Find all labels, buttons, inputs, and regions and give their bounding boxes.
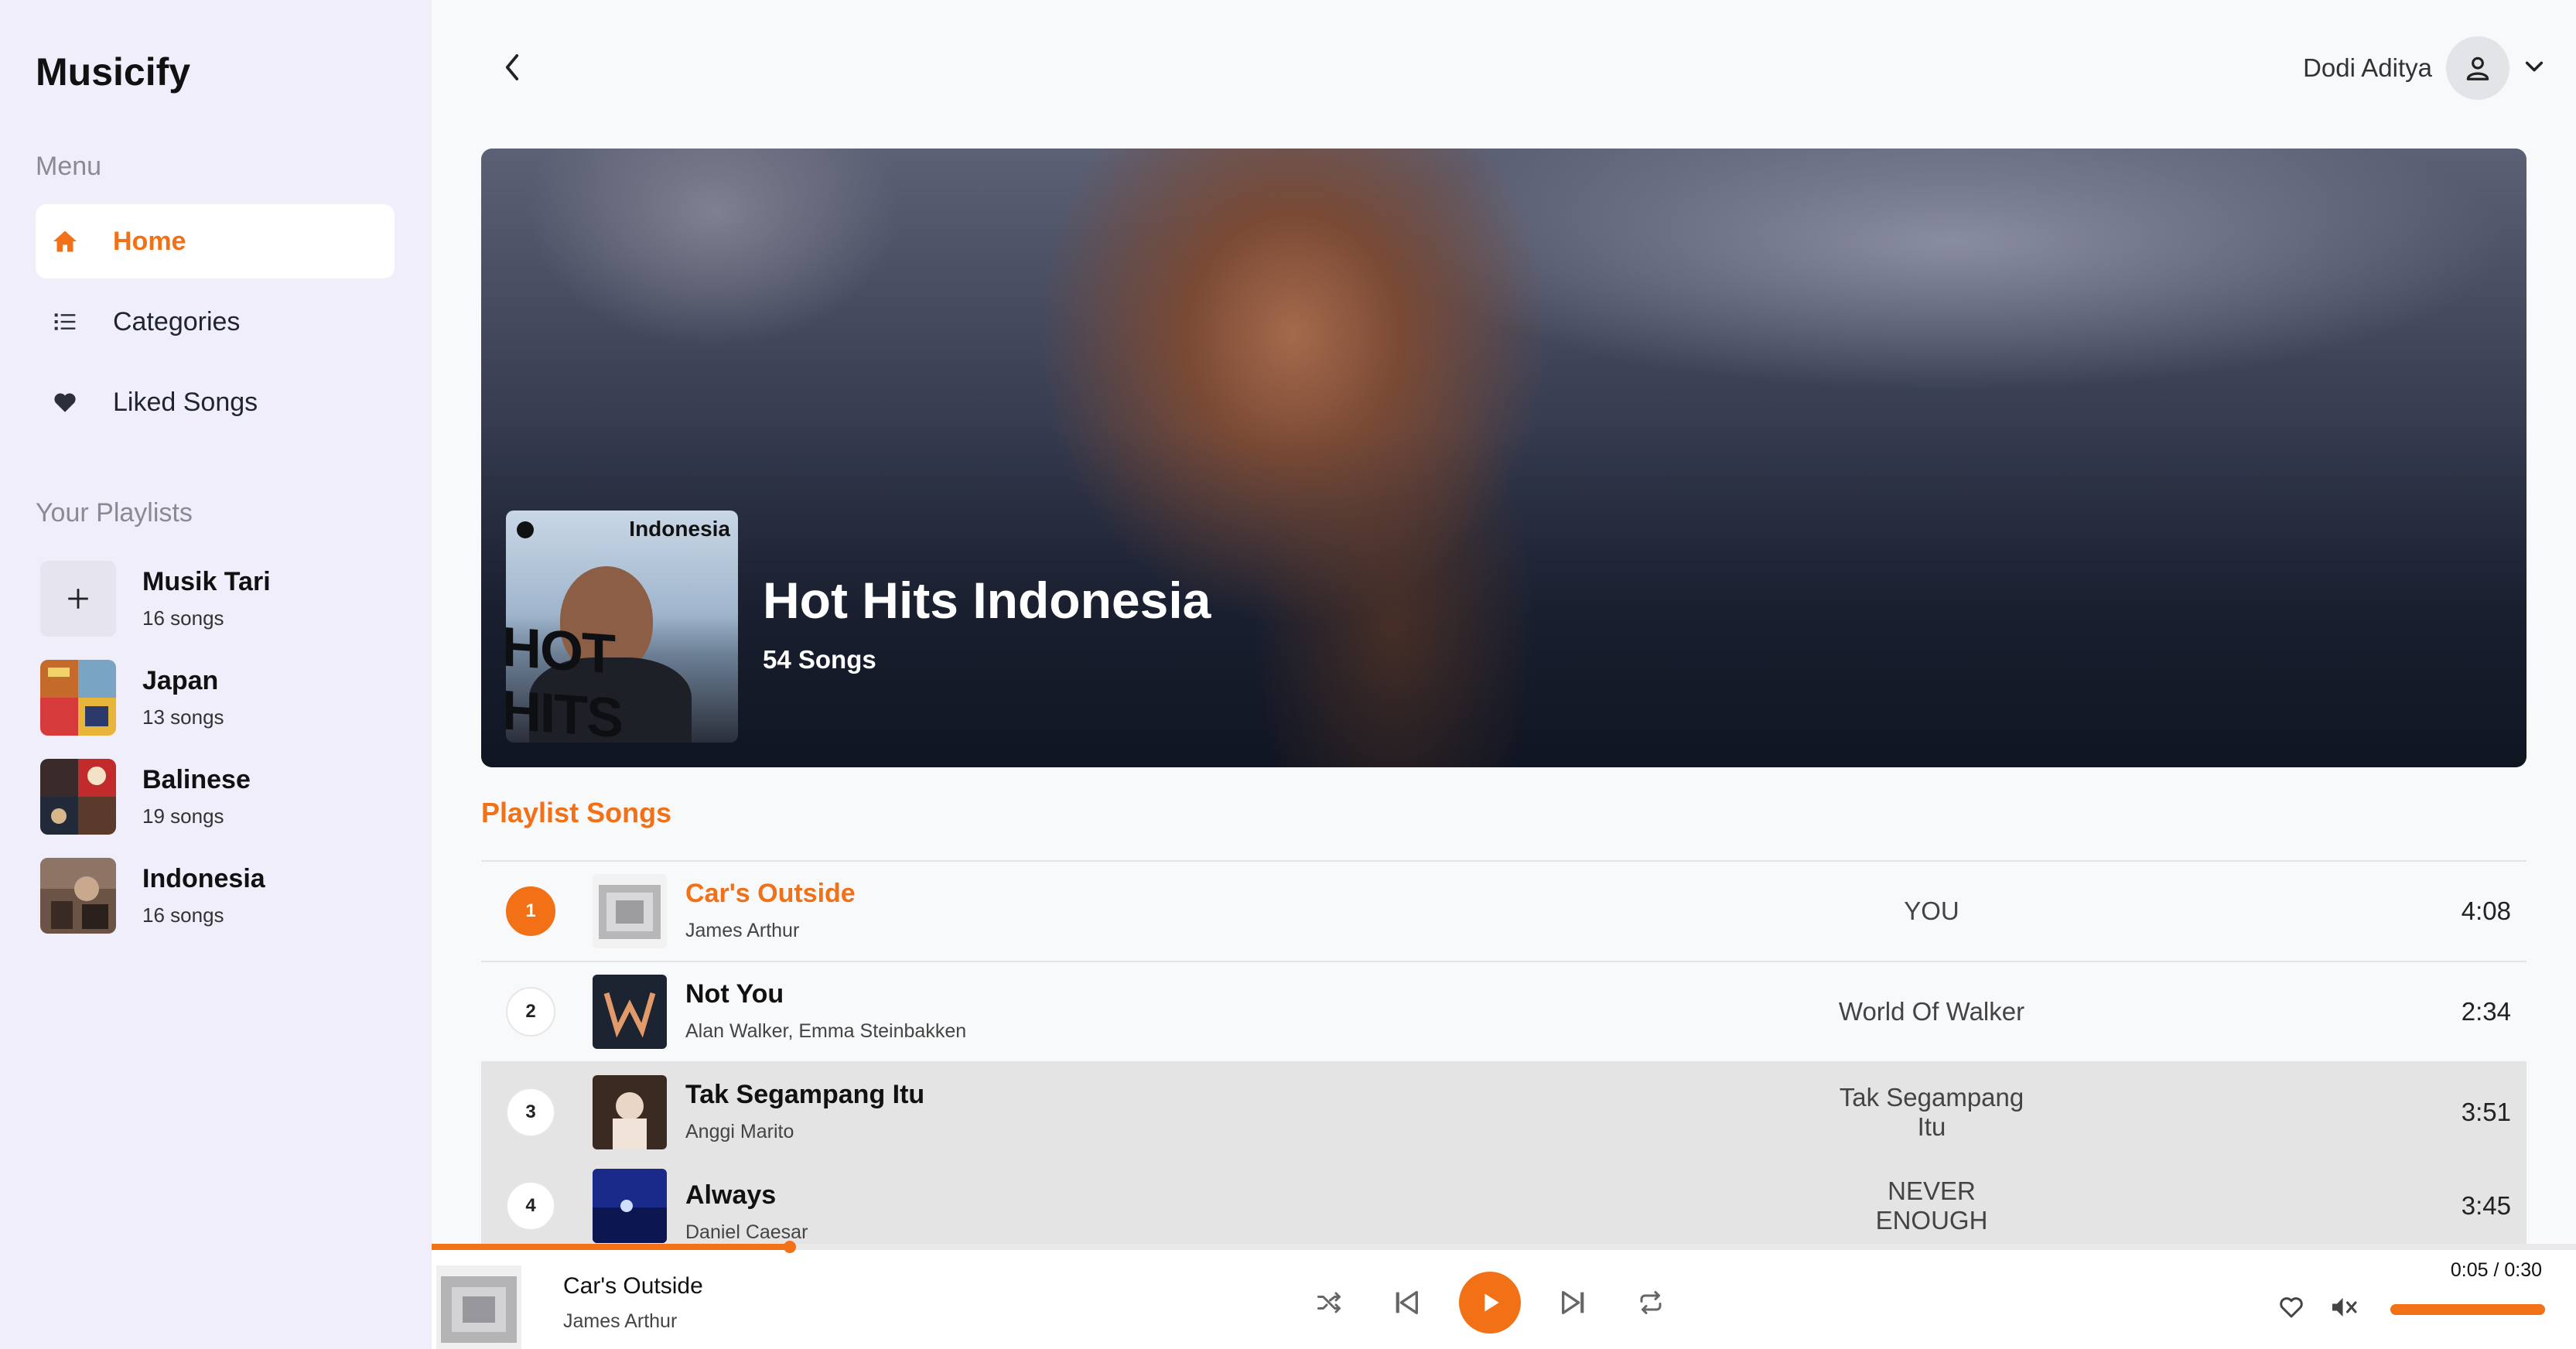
song-artist: Alan Walker, Emma Steinbakken [685,1020,967,1042]
song-thumbnail [593,1169,667,1243]
spotify-icon [517,521,534,538]
playlist-item-indonesia[interactable]: Indonesia 16 songs [40,857,396,934]
mute-button[interactable] [2325,1290,2362,1324]
progress-fill [432,1244,790,1250]
skip-forward-icon [1562,1291,1584,1314]
playlist-title: Hot Hits Indonesia [763,572,1211,629]
song-title: Car's Outside [685,879,856,908]
song-artist: Anggi Marito [685,1121,794,1142]
song-duration: 3:45 [2461,1191,2511,1220]
track-number: 4 [506,1181,555,1231]
player-bar: Car's Outside James Arthur 0:05 / 0:30 [432,1241,2576,1349]
like-button[interactable] [2274,1290,2308,1324]
sidebar-item-home[interactable]: Home [36,204,395,278]
song-album: World Of Walker [1838,997,2025,1026]
app-root: Musicify Menu Home Categories Liked Song… [0,0,2576,1349]
now-playing-thumbnail [436,1265,521,1349]
home-icon [50,226,80,257]
playlist-hero-banner: Indonesia HOT HITS Hot Hits Indonesia 54… [481,149,2526,767]
next-button[interactable] [1549,1278,1598,1327]
user-avatar [2446,36,2509,100]
song-list: 1 Car's Outside James Arthur YOU 4:08 2 … [481,860,2526,1248]
brand-logo: Musicify [36,50,191,94]
song-artist: James Arthur [685,920,800,941]
playlist-name: Indonesia [142,864,265,893]
song-album: NEVER ENOUGH [1875,1177,1988,1235]
playlist-songs-heading: Playlist Songs [481,797,672,828]
song-row[interactable]: 2 Not You Alan Walker, Emma Steinbakken … [481,961,2526,1061]
playlist-count: 16 songs [142,903,224,927]
playlist-cover: Indonesia HOT HITS [506,511,738,743]
song-duration: 4:08 [2461,896,2511,925]
track-number: 2 [506,987,555,1037]
playlist-name: Japan [142,666,219,695]
song-thumbnail [593,874,667,948]
plus-icon [40,561,116,637]
song-album: Tak Segampang Itu [1839,1083,2024,1141]
progress-knob[interactable] [784,1241,796,1253]
playlist-name: Musik Tari [142,567,271,596]
playlist-song-count: 54 Songs [763,645,876,674]
playlists-section-label: Your Playlists [36,498,193,528]
chevron-left-icon [505,54,519,80]
playlist-thumbnail [40,660,116,736]
user-icon [2466,56,2489,80]
playback-time: 0:05 / 0:30 [2450,1259,2542,1281]
playlist-item-balinese[interactable]: Balinese 19 songs [40,758,396,835]
sidebar-item-categories[interactable]: Categories [36,285,395,359]
playlist-item-japan[interactable]: Japan 13 songs [40,659,396,736]
sidebar-item-label: Categories [113,306,241,336]
heart-outline-icon [2280,1297,2303,1318]
song-title: Not You [685,979,784,1009]
song-thumbnail [593,1075,667,1149]
skip-back-icon [1396,1291,1418,1314]
playlist-name: Balinese [142,765,251,794]
back-button[interactable] [495,48,529,87]
player-right-controls: 0:05 / 0:30 [2144,1250,2547,1349]
chevron-down-icon [2523,59,2545,78]
previous-button[interactable] [1382,1278,1431,1327]
play-button[interactable] [1459,1272,1521,1334]
playlist-thumbnail [40,759,116,835]
song-duration: 2:34 [2461,997,2511,1026]
now-playing-title: Car's Outside [563,1273,703,1299]
playback-controls [1290,1272,1689,1334]
song-row[interactable]: 3 Tak Segampang Itu Anggi Marito Tak Seg… [481,1061,2526,1162]
sidebar-item-label: Home [113,226,186,256]
cover-text: HOT HITS [506,616,623,743]
repeat-button[interactable] [1626,1278,1676,1327]
track-number: 3 [506,1088,555,1137]
song-duration: 3:51 [2461,1098,2511,1126]
sidebar-item-liked-songs[interactable]: Liked Songs [36,365,395,439]
playlist-item-musik-tari[interactable]: Musik Tari 16 songs [40,560,396,637]
playlist-thumbnail [40,858,116,934]
song-title: Always [685,1180,777,1210]
heart-icon [50,387,80,418]
repeat-icon [1640,1291,1662,1314]
volume-muted-icon [2332,1298,2357,1317]
progress-bar[interactable] [432,1241,2576,1253]
playlist-count: 19 songs [142,804,224,828]
cover-label: Indonesia [629,517,730,541]
song-album: YOU [1904,896,1959,925]
song-row[interactable]: 4 Always Daniel Caesar NEVER ENOUGH 3:45 [481,1162,2526,1248]
track-number: 1 [506,886,555,936]
user-name: Dodi Aditya [2303,53,2432,82]
play-icon [1484,1293,1499,1312]
playlist-count: 16 songs [142,606,224,630]
volume-slider[interactable] [2390,1304,2545,1315]
shuffle-button[interactable] [1304,1278,1354,1327]
sidebar: Musicify Menu Home Categories Liked Song… [0,0,432,1349]
list-icon [50,306,80,337]
song-thumbnail [593,975,667,1049]
now-playing-artist: James Arthur [563,1310,678,1332]
shuffle-icon [1317,1292,1341,1313]
user-menu[interactable]: Dodi Aditya [2303,36,2545,101]
song-row[interactable]: 1 Car's Outside James Arthur YOU 4:08 [481,860,2526,961]
sidebar-item-label: Liked Songs [113,387,258,417]
playlist-count: 13 songs [142,705,224,729]
menu-section-label: Menu [36,152,102,181]
song-title: Tak Segampang Itu [685,1080,925,1109]
